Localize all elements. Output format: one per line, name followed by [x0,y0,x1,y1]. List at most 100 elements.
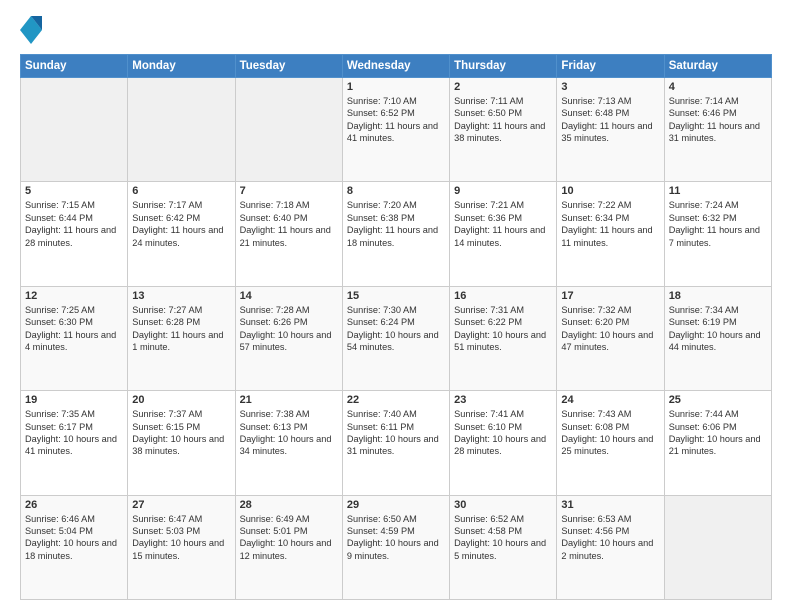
header [20,16,772,44]
calendar-week-3: 12 Sunrise: 7:25 AM Sunset: 6:30 PM Dayli… [21,286,772,390]
day-header-wednesday: Wednesday [342,55,449,78]
day-number: 20 [132,394,230,406]
cell-content: Sunrise: 7:41 AM Sunset: 6:10 PM Dayligh… [454,408,552,458]
calendar-header-row: SundayMondayTuesdayWednesdayThursdayFrid… [21,55,772,78]
calendar-cell: 19 Sunrise: 7:35 AM Sunset: 6:17 PM Dayli… [21,391,128,495]
day-number: 28 [240,499,338,511]
day-number: 22 [347,394,445,406]
day-number: 23 [454,394,552,406]
day-number: 12 [25,290,123,302]
day-number: 14 [240,290,338,302]
calendar-cell: 13 Sunrise: 7:27 AM Sunset: 6:28 PM Dayli… [128,286,235,390]
calendar-table: SundayMondayTuesdayWednesdayThursdayFrid… [20,54,772,600]
day-number: 31 [561,499,659,511]
cell-content: Sunrise: 7:27 AM Sunset: 6:28 PM Dayligh… [132,304,230,354]
calendar-cell: 28Sunrise: 6:49 AM Sunset: 5:01 PM Dayli… [235,495,342,599]
cell-content: Sunrise: 7:31 AM Sunset: 6:22 PM Dayligh… [454,304,552,354]
calendar-cell: 1 Sunrise: 7:10 AM Sunset: 6:52 PM Daylig… [342,78,449,182]
calendar-cell: 30Sunrise: 6:52 AM Sunset: 4:58 PM Dayli… [450,495,557,599]
calendar-week-5: 26 Sunrise: 6:46 AM Sunset: 5:04 PM Dayli… [21,495,772,599]
cell-content: Sunrise: 7:25 AM Sunset: 6:30 PM Dayligh… [25,304,123,354]
calendar-cell [21,78,128,182]
day-number: 18 [669,290,767,302]
calendar-cell [664,495,771,599]
day-number: 4 [669,81,767,93]
day-header-saturday: Saturday [664,55,771,78]
calendar-cell: 27 Sunrise: 6:47 AM Sunset: 5:03 PM Dayli… [128,495,235,599]
cell-content: Sunrise: 7:24 AM Sunset: 6:32 PM Dayligh… [669,199,767,249]
cell-content: Sunrise: 6:46 AM Sunset: 5:04 PM Dayligh… [25,513,123,563]
day-number: 3 [561,81,659,93]
day-header-friday: Friday [557,55,664,78]
cell-content: Sunrise: 7:10 AM Sunset: 6:52 PM Dayligh… [347,95,445,145]
day-number: 19 [25,394,123,406]
cell-content: Sunrise: 7:15 AM Sunset: 6:44 PM Dayligh… [25,199,123,249]
day-number: 26 [25,499,123,511]
day-number: 16 [454,290,552,302]
calendar-cell: 20Sunrise: 7:37 AM Sunset: 6:15 PM Dayli… [128,391,235,495]
calendar-cell: 11Sunrise: 7:24 AM Sunset: 6:32 PM Dayli… [664,182,771,286]
calendar-cell: 17Sunrise: 7:32 AM Sunset: 6:20 PM Dayli… [557,286,664,390]
calendar-cell: 7Sunrise: 7:18 AM Sunset: 6:40 PM Daylig… [235,182,342,286]
cell-content: Sunrise: 7:18 AM Sunset: 6:40 PM Dayligh… [240,199,338,249]
page: SundayMondayTuesdayWednesdayThursdayFrid… [0,0,792,612]
day-number: 2 [454,81,552,93]
cell-content: Sunrise: 7:20 AM Sunset: 6:38 PM Dayligh… [347,199,445,249]
day-number: 24 [561,394,659,406]
calendar-cell: 14 Sunrise: 7:28 AM Sunset: 6:26 PM Dayli… [235,286,342,390]
calendar-cell: 25Sunrise: 7:44 AM Sunset: 6:06 PM Dayli… [664,391,771,495]
calendar-week-1: 1 Sunrise: 7:10 AM Sunset: 6:52 PM Daylig… [21,78,772,182]
logo [20,16,46,44]
calendar-cell: 26 Sunrise: 6:46 AM Sunset: 5:04 PM Dayli… [21,495,128,599]
calendar-week-4: 19 Sunrise: 7:35 AM Sunset: 6:17 PM Dayli… [21,391,772,495]
calendar-cell [235,78,342,182]
cell-content: Sunrise: 7:32 AM Sunset: 6:20 PM Dayligh… [561,304,659,354]
cell-content: Sunrise: 7:17 AM Sunset: 6:42 PM Dayligh… [132,199,230,249]
day-number: 9 [454,185,552,197]
calendar-cell: 4 Sunrise: 7:14 AM Sunset: 6:46 PM Daylig… [664,78,771,182]
calendar-cell: 24 Sunrise: 7:43 AM Sunset: 6:08 PM Dayli… [557,391,664,495]
calendar-cell: 12 Sunrise: 7:25 AM Sunset: 6:30 PM Dayli… [21,286,128,390]
logo-icon [20,16,42,44]
calendar-cell: 21 Sunrise: 7:38 AM Sunset: 6:13 PM Dayli… [235,391,342,495]
day-number: 27 [132,499,230,511]
cell-content: Sunrise: 7:34 AM Sunset: 6:19 PM Dayligh… [669,304,767,354]
day-number: 15 [347,290,445,302]
day-number: 21 [240,394,338,406]
calendar-cell: 29 Sunrise: 6:50 AM Sunset: 4:59 PM Dayli… [342,495,449,599]
calendar-cell: 16 Sunrise: 7:31 AM Sunset: 6:22 PM Dayli… [450,286,557,390]
day-number: 10 [561,185,659,197]
calendar-cell: 23 Sunrise: 7:41 AM Sunset: 6:10 PM Dayli… [450,391,557,495]
cell-content: Sunrise: 6:50 AM Sunset: 4:59 PM Dayligh… [347,513,445,563]
cell-content: Sunrise: 7:28 AM Sunset: 6:26 PM Dayligh… [240,304,338,354]
day-header-monday: Monday [128,55,235,78]
cell-content: Sunrise: 7:35 AM Sunset: 6:17 PM Dayligh… [25,408,123,458]
calendar-cell: 31Sunrise: 6:53 AM Sunset: 4:56 PM Dayli… [557,495,664,599]
day-number: 8 [347,185,445,197]
day-number: 29 [347,499,445,511]
cell-content: Sunrise: 7:38 AM Sunset: 6:13 PM Dayligh… [240,408,338,458]
cell-content: Sunrise: 6:52 AM Sunset: 4:58 PM Dayligh… [454,513,552,563]
cell-content: Sunrise: 7:13 AM Sunset: 6:48 PM Dayligh… [561,95,659,145]
day-number: 6 [132,185,230,197]
calendar-cell: 6 Sunrise: 7:17 AM Sunset: 6:42 PM Daylig… [128,182,235,286]
cell-content: Sunrise: 6:47 AM Sunset: 5:03 PM Dayligh… [132,513,230,563]
cell-content: Sunrise: 7:21 AM Sunset: 6:36 PM Dayligh… [454,199,552,249]
calendar-cell: 2 Sunrise: 7:11 AM Sunset: 6:50 PM Daylig… [450,78,557,182]
cell-content: Sunrise: 7:14 AM Sunset: 6:46 PM Dayligh… [669,95,767,145]
calendar-cell: 15Sunrise: 7:30 AM Sunset: 6:24 PM Dayli… [342,286,449,390]
cell-content: Sunrise: 7:43 AM Sunset: 6:08 PM Dayligh… [561,408,659,458]
calendar-cell [128,78,235,182]
calendar-cell: 8 Sunrise: 7:20 AM Sunset: 6:38 PM Daylig… [342,182,449,286]
day-number: 1 [347,81,445,93]
calendar-cell: 5 Sunrise: 7:15 AM Sunset: 6:44 PM Daylig… [21,182,128,286]
calendar-cell: 3 Sunrise: 7:13 AM Sunset: 6:48 PM Daylig… [557,78,664,182]
day-number: 13 [132,290,230,302]
day-number: 5 [25,185,123,197]
day-number: 25 [669,394,767,406]
calendar-week-2: 5 Sunrise: 7:15 AM Sunset: 6:44 PM Daylig… [21,182,772,286]
calendar-cell: 22 Sunrise: 7:40 AM Sunset: 6:11 PM Dayli… [342,391,449,495]
cell-content: Sunrise: 7:11 AM Sunset: 6:50 PM Dayligh… [454,95,552,145]
day-header-sunday: Sunday [21,55,128,78]
cell-content: Sunrise: 7:40 AM Sunset: 6:11 PM Dayligh… [347,408,445,458]
